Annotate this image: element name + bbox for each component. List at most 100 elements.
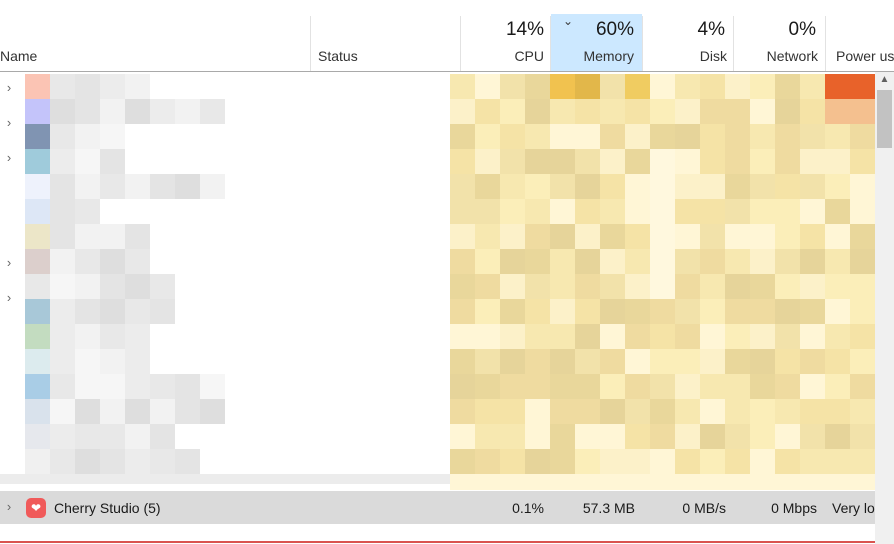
redacted-usage-cell — [450, 374, 475, 399]
redacted-usage-cell — [850, 274, 875, 299]
column-header-disk[interactable]: Disk — [650, 48, 727, 64]
column-header-cpu[interactable]: CPU — [470, 48, 544, 64]
chevron-right-icon[interactable]: › — [3, 499, 15, 514]
redacted-process-name — [150, 399, 175, 424]
chevron-right-icon[interactable]: › — [3, 290, 15, 305]
network-total-percent[interactable]: 0% — [740, 19, 816, 41]
chevron-right-icon[interactable]: › — [3, 80, 15, 95]
redacted-process-name — [50, 124, 75, 149]
arrow-up-icon[interactable]: ▲ — [875, 74, 894, 88]
redacted-usage-cell — [475, 449, 500, 474]
redacted-process-name — [175, 399, 200, 424]
redacted-usage-cell — [725, 99, 750, 124]
redacted-process-name — [75, 274, 100, 299]
redacted-usage-cell — [650, 199, 675, 224]
redacted-process-name — [75, 199, 100, 224]
redacted-usage-cell — [675, 449, 700, 474]
redacted-usage-cell — [850, 124, 875, 149]
redacted-usage-cell — [475, 124, 500, 149]
redacted-usage-cell — [675, 274, 700, 299]
chevron-right-icon[interactable]: › — [3, 150, 15, 165]
redacted-usage-cell — [525, 399, 550, 424]
redacted-usage-cell — [750, 424, 775, 449]
chevron-right-icon[interactable]: › — [3, 255, 15, 270]
redacted-usage-cell — [575, 299, 600, 324]
column-header-bar: ⌄ Name Status 14% CPU 60% Memory 4% Disk… — [0, 0, 894, 72]
redacted-usage-cell — [450, 399, 475, 424]
redacted-usage-cell — [500, 374, 525, 399]
redacted-usage-cell — [650, 349, 675, 374]
column-header-memory[interactable]: Memory — [560, 48, 634, 64]
cpu-total-percent[interactable]: 14% — [470, 19, 544, 41]
redacted-usage-cell — [625, 349, 650, 374]
redacted-usage-cell — [600, 199, 625, 224]
memory-total-percent[interactable]: 60% — [560, 19, 634, 41]
redacted-usage-cell — [850, 99, 875, 124]
redacted-usage-cell — [450, 99, 475, 124]
process-row-cherry-studio[interactable]: › ❤ Cherry Studio (5) 0.1% 57.3 MB 0 MB/… — [0, 491, 894, 524]
column-divider[interactable] — [460, 16, 461, 71]
column-header-name[interactable]: Name — [0, 48, 37, 64]
redacted-usage-cell — [675, 349, 700, 374]
redacted-usage-cell — [700, 449, 725, 474]
redacted-usage-cell — [625, 199, 650, 224]
redacted-usage-cell — [800, 224, 825, 249]
redacted-usage-cell — [600, 274, 625, 299]
redacted-usage-cell — [625, 99, 650, 124]
process-list[interactable] — [0, 72, 894, 544]
redacted-usage-cell — [725, 424, 750, 449]
redacted-process-name — [50, 99, 75, 124]
redacted-usage-cell — [600, 149, 625, 174]
redacted-process-name — [125, 74, 150, 99]
redacted-usage-cell — [700, 349, 725, 374]
redacted-usage-cell — [675, 174, 700, 199]
redacted-usage-cell — [575, 349, 600, 374]
redacted-usage-cell — [750, 274, 775, 299]
redacted-usage-cell — [675, 149, 700, 174]
column-header-power-usage[interactable]: Power us — [836, 48, 894, 64]
column-divider[interactable] — [825, 16, 826, 71]
redacted-process-name — [100, 274, 125, 299]
redacted-app-icon — [25, 399, 50, 424]
redacted-usage-cell — [625, 124, 650, 149]
column-header-network[interactable]: Network — [740, 48, 818, 64]
redacted-process-name — [50, 349, 75, 374]
redacted-process-name — [100, 74, 125, 99]
vertical-scrollbar[interactable]: ▲ — [875, 72, 894, 544]
redacted-usage-cell — [825, 449, 850, 474]
redacted-process-name — [75, 124, 100, 149]
redacted-process-name — [50, 149, 75, 174]
column-divider[interactable] — [550, 16, 551, 71]
redacted-usage-cell — [700, 249, 725, 274]
redacted-usage-cell — [525, 249, 550, 274]
redacted-usage-cell — [475, 274, 500, 299]
column-divider[interactable] — [310, 16, 311, 71]
redacted-usage-cell — [725, 224, 750, 249]
redacted-usage-cell — [600, 424, 625, 449]
redacted-usage-cell — [550, 249, 575, 274]
chevron-right-icon[interactable]: › — [3, 115, 15, 130]
redacted-usage-cell — [475, 399, 500, 424]
redacted-usage-cell — [500, 199, 525, 224]
column-divider[interactable] — [642, 16, 643, 71]
redacted-usage-cell — [550, 349, 575, 374]
redacted-process-name — [100, 224, 125, 249]
redacted-usage-cell — [450, 224, 475, 249]
disk-total-percent[interactable]: 4% — [650, 19, 725, 41]
redacted-usage-cell — [650, 399, 675, 424]
redacted-usage-cell — [625, 174, 650, 199]
redacted-usage-cell — [775, 374, 800, 399]
redacted-usage-cell — [725, 199, 750, 224]
redacted-process-name — [175, 449, 200, 474]
column-header-status[interactable]: Status — [318, 48, 358, 64]
redacted-usage-cell — [600, 124, 625, 149]
scrollbar-thumb[interactable] — [877, 90, 892, 148]
redacted-process-name — [75, 374, 100, 399]
redacted-process-name — [200, 374, 225, 399]
redacted-usage-cell — [675, 374, 700, 399]
redacted-process-name — [125, 224, 150, 249]
redacted-usage-cell — [750, 174, 775, 199]
redacted-usage-cell — [575, 224, 600, 249]
column-divider[interactable] — [733, 16, 734, 71]
redacted-usage-cell — [450, 199, 475, 224]
